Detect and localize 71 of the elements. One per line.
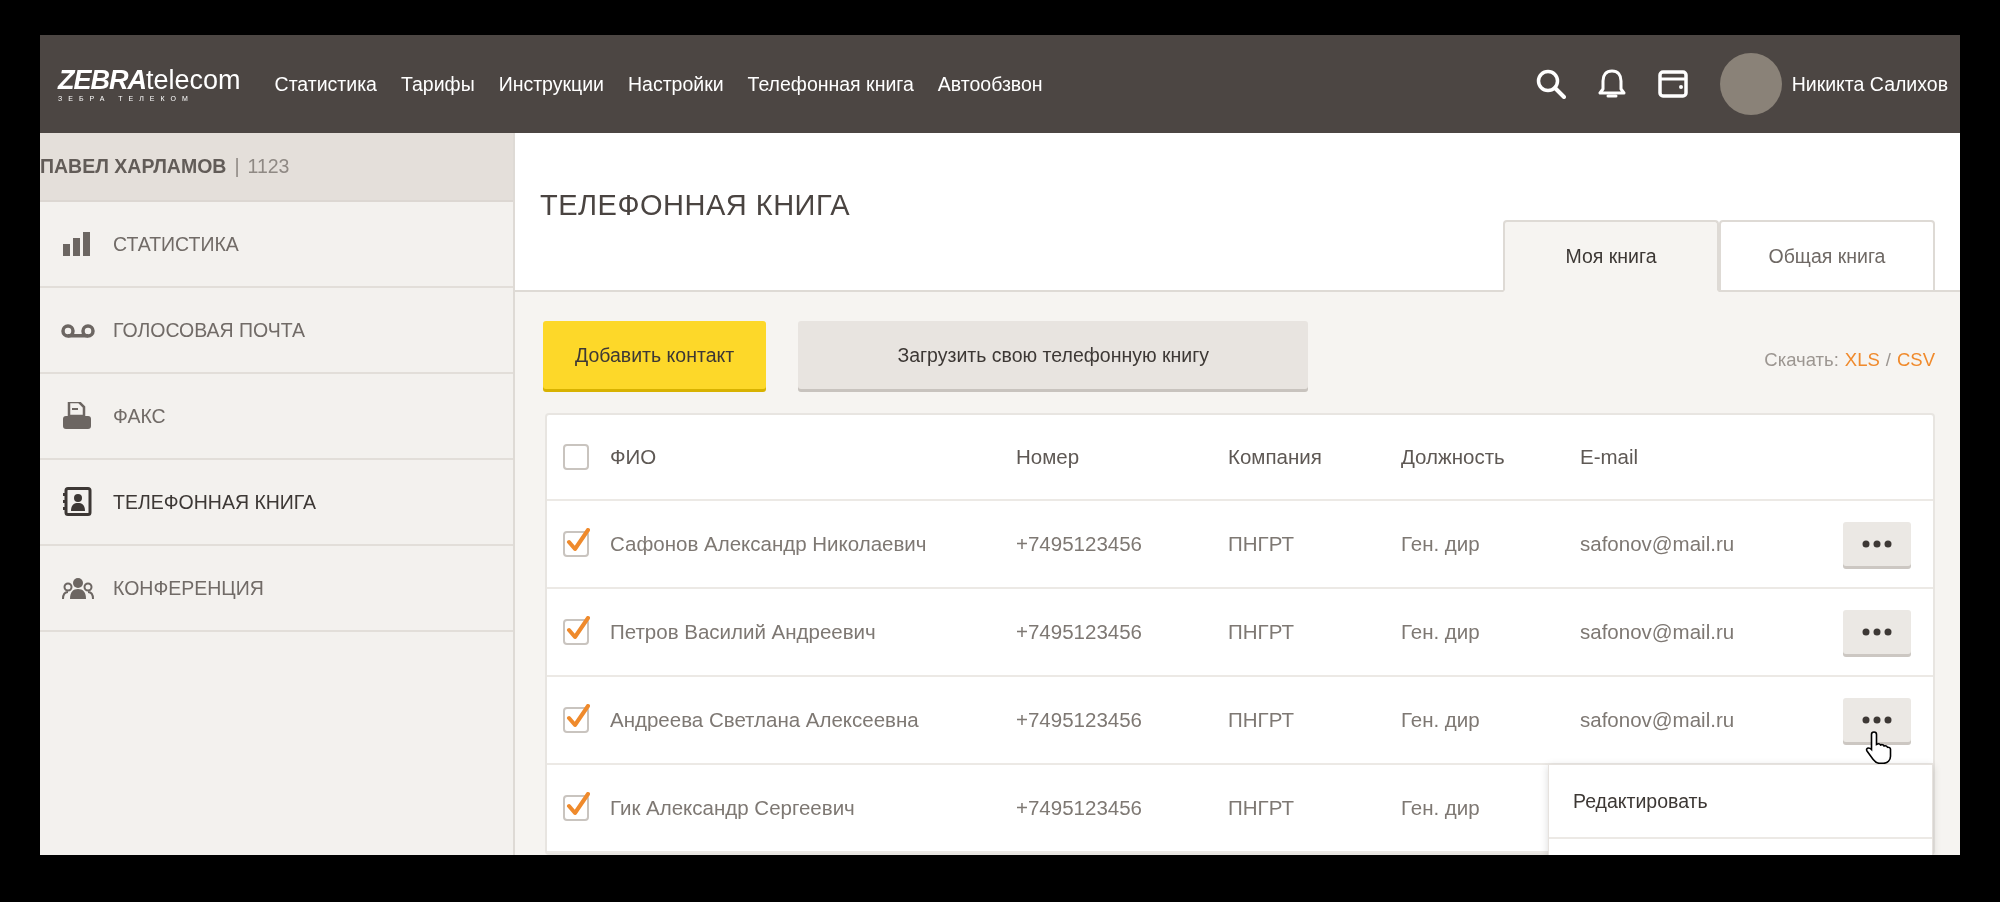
table-cell-text: ПНГРТ [1228,796,1295,820]
add-contact-button[interactable]: Добавить контакт [543,321,767,389]
tab[interactable]: Общая книга [1719,220,1935,292]
dots-icon [1862,628,1892,636]
logo-text: telecom [146,66,241,94]
fax-icon [63,402,93,430]
nav-link[interactable]: Автообзвон [937,72,1043,96]
table-cell-text: +7495123456 [1016,708,1143,732]
search-icon[interactable] [1535,69,1566,99]
checkmark-icon [566,528,590,554]
table-cell-text: safonov@mail.ru [1580,532,1736,556]
table-cell-text: +7495123456 [1016,796,1143,820]
table-cell-text: +7495123456 [1016,620,1143,644]
sidebar-item[interactable]: КОНФЕРЕНЦИЯ [40,546,513,632]
checkbox[interactable] [563,531,589,557]
sidebar-item[interactable]: ТЕЛЕФОННАЯ КНИГА [40,460,513,546]
more-button[interactable] [1843,698,1911,742]
nav-link[interactable]: Настройки [628,72,724,96]
people-icon [62,577,94,599]
column-header[interactable]: E-mail [1580,445,1843,469]
nav-link[interactable]: Статистика [274,72,377,96]
address-book-icon [63,487,93,517]
dots-icon [1862,540,1892,548]
nav-link[interactable]: Инструкции [498,72,604,96]
table-cell-text: +7495123456 [1016,532,1143,556]
table-cell-text: ПНГРТ [1228,532,1295,556]
upload-button[interactable]: Загрузить свою телефонную книгу [798,321,1309,389]
wallet-icon[interactable] [1657,69,1688,99]
account-number: 1123 [247,155,290,178]
checkbox[interactable] [563,707,589,733]
table-cell-text: Сафонов Александр Николаевич [610,532,928,556]
dots-icon [1862,716,1892,724]
checkmark-icon [566,704,590,730]
table-cell-text: Ген. дир [1401,708,1481,732]
page-title: ТЕЛЕФОННАЯ КНИГА [540,189,851,222]
table-cell-text: safonov@mail.ru [1580,708,1736,732]
table-cell-text: Андреева Светлана Алексеевна [610,708,920,732]
bell-icon[interactable] [1597,68,1626,100]
checkbox[interactable] [563,795,589,821]
table-cell-text: Ген. дир [1401,532,1481,556]
separator: | [234,155,240,178]
sidebar-item[interactable]: ГОЛОСОВАЯ ПОЧТА [40,288,513,374]
bars-icon [63,232,93,256]
column-header[interactable]: Номер [1016,445,1228,469]
column-header[interactable]: Компания [1228,445,1401,469]
download-label: Скачать: [1764,349,1839,371]
account-name: ПАВЕЛ ХАРЛАМОВ [40,155,227,178]
table-cell-text: Петров Василий Андреевич [610,620,877,644]
table-cell-text: ПНГРТ [1228,708,1295,732]
menu-item[interactable]: Редактировать [1549,765,1932,839]
voicemail-icon [61,321,95,339]
sidebar-item[interactable]: СТАТИСТИКА [40,202,513,288]
checkbox[interactable] [563,619,589,645]
table-cell-text: safonov@mail.ru [1580,620,1736,644]
more-button[interactable] [1843,610,1911,654]
tab[interactable]: Моя книга [1503,220,1719,292]
nav-link[interactable]: Тарифы [400,72,475,96]
column-header[interactable]: Должность [1401,445,1580,469]
table-cell-text: ПНГРТ [1228,620,1295,644]
nav-link[interactable]: Телефонная книга [747,72,914,96]
user-name[interactable]: Никикта Салихов [1791,72,1948,96]
table-cell-text: Ген. дир [1401,620,1481,644]
checkmark-icon [566,616,590,642]
checkbox[interactable] [563,444,589,470]
separator: / [1885,349,1891,371]
more-button[interactable] [1843,522,1911,566]
column-header[interactable]: ФИО [610,445,1016,469]
table-cell-text: Гик Александр Сергеевич [610,796,856,820]
logo-brand: ZEBRA [58,66,146,94]
sidebar-item[interactable]: ФАКС [40,374,513,460]
checkmark-icon [566,792,590,818]
